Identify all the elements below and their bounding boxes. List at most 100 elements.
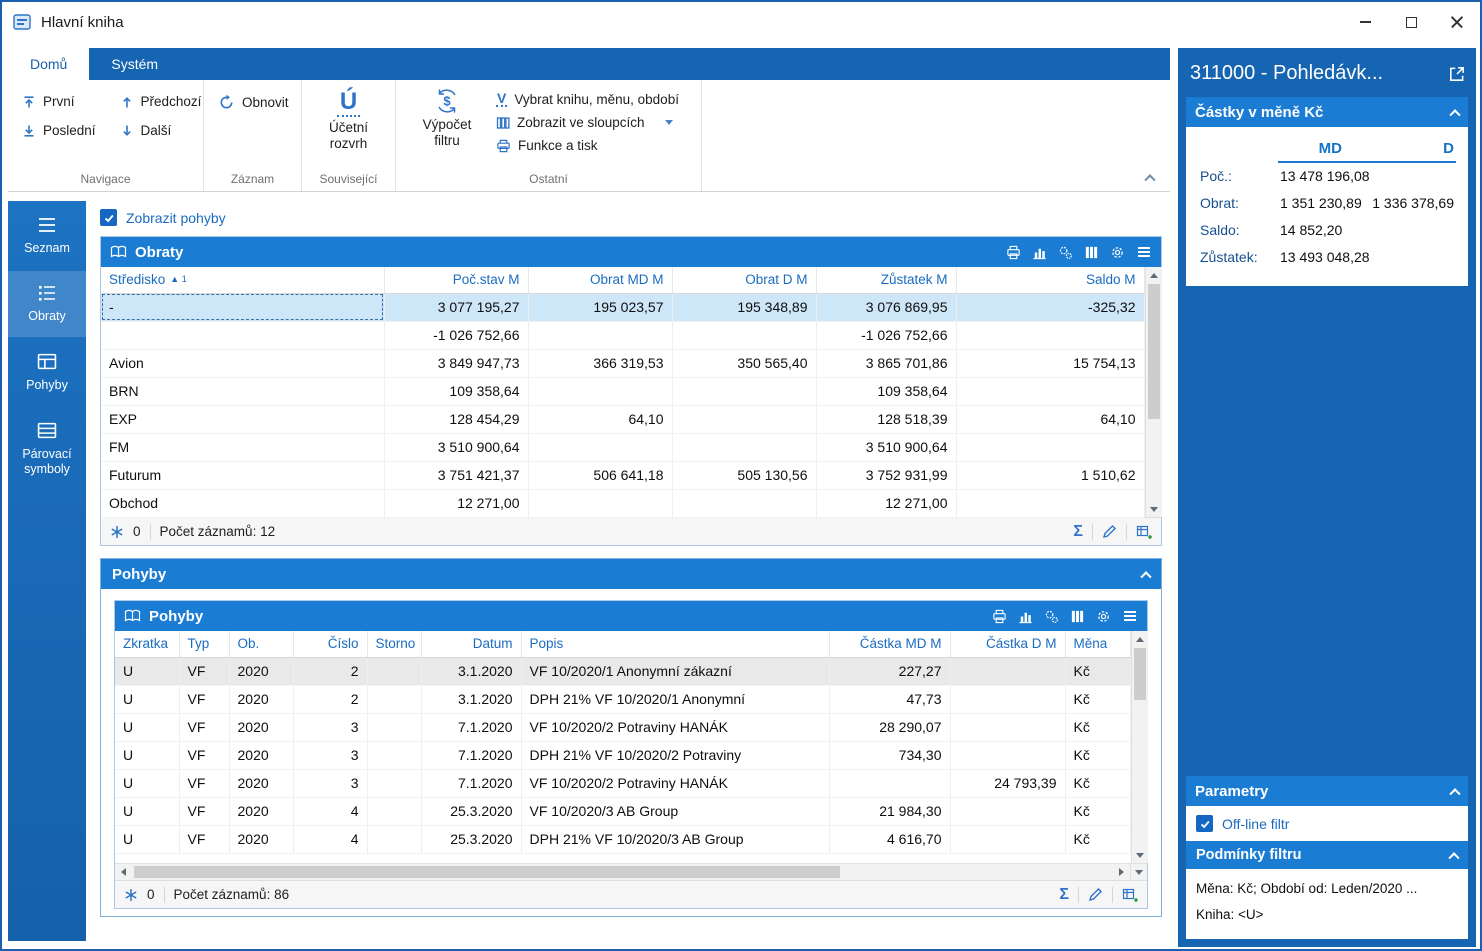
table-cell[interactable]: FM: [101, 433, 385, 462]
previous-button[interactable]: Předchozí: [114, 90, 208, 113]
column-header[interactable]: Ob.: [229, 631, 294, 658]
table-cell[interactable]: 7.1.2020: [421, 713, 522, 742]
table-cell[interactable]: [672, 489, 817, 518]
table-cell[interactable]: Kč: [1065, 769, 1131, 798]
table-cell[interactable]: 3.1.2020: [421, 685, 522, 714]
table-row[interactable]: U VF 2020 3 7.1.2020 VF 10/2020/2 Potraviny H…: [115, 769, 1131, 798]
settings-gear-icon[interactable]: [1110, 245, 1125, 260]
table-cell[interactable]: 3 751 421,37: [384, 461, 529, 490]
table-row[interactable]: U VF 2020 4 25.3.2020 DPH 21% VF 10/2020/3 AB…: [115, 825, 1131, 854]
table-cell[interactable]: [367, 825, 422, 854]
show-in-columns-button[interactable]: Zobrazit ve sloupcích: [490, 111, 651, 134]
table-row[interactable]: U VF 2020 4 25.3.2020 VF 10/2020/3 AB Group 21…: [115, 797, 1131, 826]
table-cell[interactable]: 3 510 900,64: [384, 433, 529, 462]
table-cell[interactable]: VF: [179, 741, 230, 770]
table-cell[interactable]: 2020: [229, 657, 294, 686]
table-cell[interactable]: 4: [293, 825, 368, 854]
collapse-chevron[interactable]: [1449, 788, 1461, 800]
table-cell[interactable]: 2020: [229, 797, 294, 826]
minimize-button[interactable]: [1342, 2, 1388, 42]
settings-gear-icon[interactable]: [1096, 609, 1111, 624]
filter-calc-button[interactable]: $ Výpočet filtru: [404, 86, 490, 151]
table-cell[interactable]: 3 849 947,73: [384, 349, 529, 378]
filter-conditions-header[interactable]: Podmínky filtru: [1186, 841, 1468, 869]
freeze-rows-icon[interactable]: [124, 888, 138, 902]
last-button[interactable]: Poslední: [16, 119, 102, 142]
close-button[interactable]: [1434, 2, 1480, 42]
table-row[interactable]: U VF 2020 2 3.1.2020 DPH 21% VF 10/2020/1 Ano…: [115, 685, 1131, 714]
table-cell[interactable]: 12 271,00: [816, 489, 957, 518]
table-cell[interactable]: [672, 321, 817, 350]
table-row[interactable]: Avion 3 849 947,73 366 319,53 350 565,40 3 8…: [101, 349, 1145, 378]
table-cell[interactable]: Kč: [1065, 657, 1131, 686]
table-cell[interactable]: 109 358,64: [816, 377, 957, 406]
table-row[interactable]: FM 3 510 900,64 3 510 900,64: [101, 433, 1145, 462]
show-movements-checkbox[interactable]: [100, 209, 117, 226]
table-cell[interactable]: 47,73: [829, 685, 951, 714]
table-cell[interactable]: Kč: [1065, 825, 1131, 854]
pohyby-section-header[interactable]: Pohyby: [101, 559, 1161, 589]
scroll-down-button[interactable]: [1146, 501, 1162, 517]
column-header[interactable]: Zkratka: [115, 631, 180, 658]
table-cell[interactable]: [672, 433, 817, 462]
table-cell[interactable]: -325,32: [956, 293, 1145, 322]
table-cell[interactable]: [101, 321, 385, 350]
vertical-scrollbar[interactable]: [1144, 267, 1162, 517]
table-cell[interactable]: [956, 321, 1145, 350]
table-cell[interactable]: [528, 377, 673, 406]
table-cell[interactable]: [528, 433, 673, 462]
table-cell[interactable]: VF: [179, 797, 230, 826]
collapse-chevron[interactable]: [1140, 571, 1152, 583]
table-cell[interactable]: 195 023,57: [528, 293, 673, 322]
table-cell[interactable]: 25.3.2020: [421, 797, 522, 826]
table-cell[interactable]: 4 616,70: [829, 825, 951, 854]
vertical-scrollbar[interactable]: [1130, 631, 1148, 863]
table-cell[interactable]: 109 358,64: [384, 377, 529, 406]
table-cell[interactable]: [367, 685, 422, 714]
table-cell[interactable]: 25.3.2020: [421, 825, 522, 854]
table-cell[interactable]: DPH 21% VF 10/2020/2 Potraviny: [521, 741, 830, 770]
table-cell[interactable]: -: [101, 293, 385, 322]
table-cell[interactable]: 7.1.2020: [421, 741, 522, 770]
table-row[interactable]: -3 077 195,27 195 023,57 195 348,89 3 076 8…: [101, 293, 1145, 322]
offline-filter-checkbox[interactable]: [1196, 815, 1213, 832]
table-cell[interactable]: 1 510,62: [956, 461, 1145, 490]
sidebar-item-parovaci-symboly[interactable]: Párovací symboly: [8, 408, 86, 490]
gears-icon[interactable]: [1044, 609, 1059, 624]
column-header[interactable]: Saldo M: [956, 267, 1145, 294]
table-cell[interactable]: 2: [293, 657, 368, 686]
table-cell[interactable]: [950, 713, 1066, 742]
table-cell[interactable]: -1 026 752,66: [384, 321, 529, 350]
column-header[interactable]: Měna: [1065, 631, 1131, 658]
sum-icon[interactable]: Σ: [1059, 886, 1069, 903]
show-in-columns-dropdown[interactable]: [664, 120, 673, 125]
tab-domu[interactable]: Domů: [8, 48, 90, 80]
table-cell[interactable]: VF 10/2020/2 Potraviny HANÁK: [521, 769, 830, 798]
column-header[interactable]: Středisko ▲ 1: [101, 267, 385, 294]
gears-icon[interactable]: [1058, 245, 1073, 260]
chart-icon[interactable]: [1018, 609, 1033, 624]
table-cell[interactable]: 3: [293, 741, 368, 770]
first-button[interactable]: První: [16, 90, 102, 113]
scrollbar-thumb[interactable]: [134, 866, 841, 878]
table-cell[interactable]: U: [115, 825, 180, 854]
table-cell[interactable]: VF: [179, 769, 230, 798]
table-cell[interactable]: VF: [179, 657, 230, 686]
print-icon[interactable]: [1006, 245, 1021, 260]
table-cell[interactable]: 12 271,00: [384, 489, 529, 518]
chart-icon[interactable]: [1032, 245, 1047, 260]
table-cell[interactable]: Kč: [1065, 713, 1131, 742]
table-cell[interactable]: 2020: [229, 685, 294, 714]
table-cell[interactable]: [950, 825, 1066, 854]
table-cell[interactable]: [528, 489, 673, 518]
table-cell[interactable]: VF: [179, 713, 230, 742]
table-cell[interactable]: Kč: [1065, 741, 1131, 770]
scrollbar-thumb[interactable]: [1133, 648, 1146, 700]
sum-icon[interactable]: Σ: [1073, 523, 1083, 540]
table-cell[interactable]: 505 130,56: [672, 461, 817, 490]
column-header[interactable]: Částka D M: [950, 631, 1066, 658]
table-cell[interactable]: 3.1.2020: [421, 657, 522, 686]
table-cell[interactable]: Obchod: [101, 489, 385, 518]
column-header[interactable]: Typ: [179, 631, 230, 658]
table-cell[interactable]: U: [115, 657, 180, 686]
